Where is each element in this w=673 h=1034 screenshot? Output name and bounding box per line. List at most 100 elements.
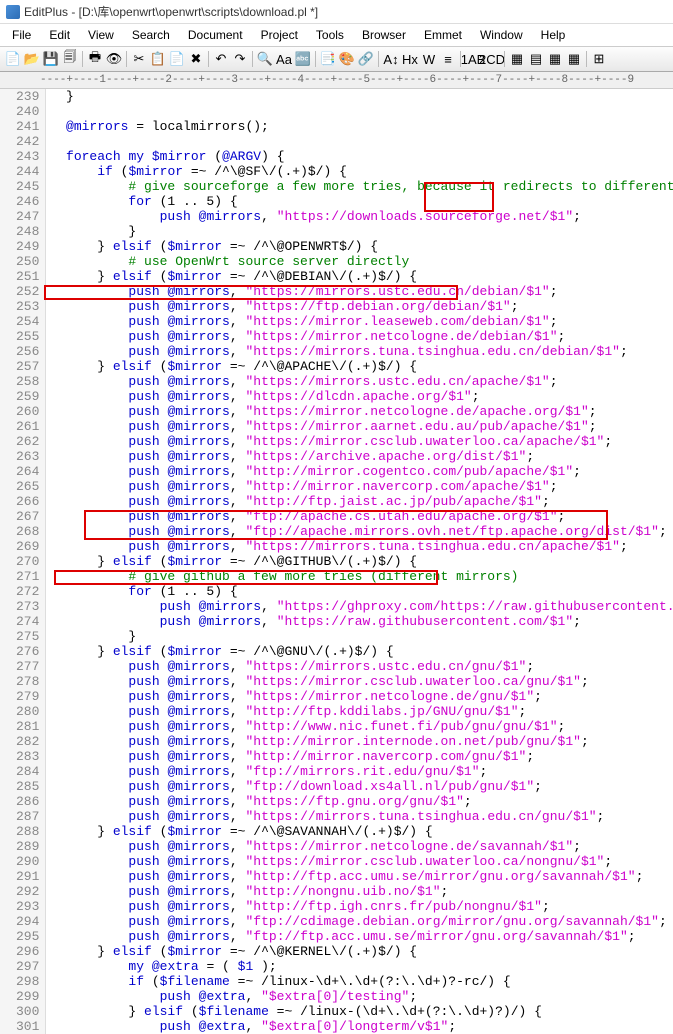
code-line[interactable]: } elsif ($mirror =~ /^\@GNU\/(.+)$/) { [50, 644, 673, 659]
code-area[interactable]: } @mirrors = localmirrors(); foreach my … [46, 89, 673, 1034]
code-line[interactable]: push @mirrors, "ftp://cdimage.debian.org… [50, 914, 673, 929]
code-line[interactable] [50, 134, 673, 149]
editor[interactable]: 239240241242-243-244245-246247248-249250… [0, 89, 673, 1034]
code-line[interactable]: push @mirrors, "http://mirror.navercorp.… [50, 479, 673, 494]
code-line[interactable]: push @mirrors, "http://nongnu.uib.no/$1"… [50, 884, 673, 899]
toolbar-button[interactable]: W [420, 50, 438, 68]
code-line[interactable]: push @mirrors, "http://ftp.igh.cnrs.fr/p… [50, 899, 673, 914]
code-line[interactable]: my @extra = ( $1 ); [50, 959, 673, 974]
code-line[interactable]: push @mirrors, "https://mirrors.ustc.edu… [50, 284, 673, 299]
toolbar-button[interactable]: ▦ [565, 50, 583, 68]
code-line[interactable]: push @mirrors, "ftp://download.xs4all.nl… [50, 779, 673, 794]
code-line[interactable]: } elsif ($mirror =~ /^\@OPENWRT$/) { [50, 239, 673, 254]
toolbar-button[interactable]: 📂 [23, 50, 41, 68]
code-line[interactable]: } [50, 629, 673, 644]
code-line[interactable]: push @mirrors, "http://www.nic.funet.fi/… [50, 719, 673, 734]
toolbar-button[interactable]: ⊞ [590, 50, 608, 68]
toolbar-button[interactable]: ✂ [130, 50, 148, 68]
toolbar-button[interactable]: 🎨 [338, 50, 356, 68]
code-line[interactable]: push @mirrors, "ftp://mirrors.rit.edu/gn… [50, 764, 673, 779]
code-line[interactable]: push @mirrors, "https://mirrors.tuna.tsi… [50, 539, 673, 554]
toolbar-button[interactable]: ▤ [527, 50, 545, 68]
code-line[interactable]: push @mirrors, "http://mirror.cogentco.c… [50, 464, 673, 479]
code-line[interactable]: @mirrors = localmirrors(); [50, 119, 673, 134]
menu-edit[interactable]: Edit [41, 26, 78, 44]
toolbar-button[interactable]: 📄 [168, 50, 186, 68]
toolbar-button[interactable]: ✖ [187, 50, 205, 68]
code-line[interactable]: push @mirrors, "https://mirrors.tuna.tsi… [50, 809, 673, 824]
toolbar-button[interactable]: ▦ [508, 50, 526, 68]
code-line[interactable]: } elsif ($filename =~ /linux-(\d+\.\d+(?… [50, 1004, 673, 1019]
toolbar-button[interactable]: 2CD [483, 50, 501, 68]
code-line[interactable]: for (1 .. 5) { [50, 194, 673, 209]
menu-emmet[interactable]: Emmet [416, 26, 470, 44]
code-line[interactable]: push @mirrors, "http://ftp.kddilabs.jp/G… [50, 704, 673, 719]
code-line[interactable]: push @mirrors, "https://mirror.aarnet.ed… [50, 419, 673, 434]
toolbar-button[interactable]: 🔍 [256, 50, 274, 68]
toolbar-button[interactable]: 📋 [149, 50, 167, 68]
code-line[interactable]: # give sourceforge a few more tries, bec… [50, 179, 673, 194]
code-line[interactable]: push @mirrors, "https://ghproxy.com/http… [50, 599, 673, 614]
code-line[interactable]: push @mirrors, "https://mirror.csclub.uw… [50, 434, 673, 449]
code-line[interactable]: } elsif ($mirror =~ /^\@GITHUB\/(.+)$/) … [50, 554, 673, 569]
code-line[interactable]: push @mirrors, "https://mirror.netcologn… [50, 329, 673, 344]
toolbar-button[interactable]: 🔗 [357, 50, 375, 68]
code-line[interactable]: if ($filename =~ /linux-\d+\.\d+(?:\.\d+… [50, 974, 673, 989]
toolbar-button[interactable]: 👁 [105, 50, 123, 68]
toolbar-button[interactable]: Aa [275, 50, 293, 68]
code-line[interactable]: push @mirrors, "https://mirror.netcologn… [50, 404, 673, 419]
menu-tools[interactable]: Tools [308, 26, 352, 44]
code-line[interactable]: push @mirrors, "ftp://ftp.acc.umu.se/mir… [50, 929, 673, 944]
code-line[interactable]: } [50, 89, 673, 104]
code-line[interactable]: push @mirrors, "https://mirror.csclub.uw… [50, 854, 673, 869]
code-line[interactable]: } elsif ($mirror =~ /^\@DEBIAN\/(.+)$/) … [50, 269, 673, 284]
code-line[interactable]: # use OpenWrt source server directly [50, 254, 673, 269]
code-line[interactable]: push @mirrors, "https://raw.githubuserco… [50, 614, 673, 629]
code-line[interactable]: } [50, 224, 673, 239]
code-line[interactable]: push @mirrors, "https://dlcdn.apache.org… [50, 389, 673, 404]
code-line[interactable]: push @mirrors, "https://mirror.netcologn… [50, 839, 673, 854]
code-line[interactable]: push @mirrors, "https://mirror.csclub.uw… [50, 674, 673, 689]
code-line[interactable]: push @extra, "$extra[0]/testing"; [50, 989, 673, 1004]
toolbar-button[interactable]: ↶ [212, 50, 230, 68]
code-line[interactable]: push @extra, "$extra[0]/longterm/v$1"; [50, 1019, 673, 1034]
toolbar-button[interactable]: 💾 [42, 50, 60, 68]
code-line[interactable]: push @mirrors, "http://mirror.navercorp.… [50, 749, 673, 764]
menu-search[interactable]: Search [124, 26, 178, 44]
code-line[interactable]: } elsif ($mirror =~ /^\@KERNEL\/(.+)$/) … [50, 944, 673, 959]
toolbar-button[interactable]: ↷ [231, 50, 249, 68]
menu-browser[interactable]: Browser [354, 26, 414, 44]
code-line[interactable]: push @mirrors, "http://ftp.jaist.ac.jp/p… [50, 494, 673, 509]
menu-window[interactable]: Window [472, 26, 531, 44]
toolbar-button[interactable]: ≡ [439, 50, 457, 68]
toolbar-button[interactable]: ▦ [546, 50, 564, 68]
code-line[interactable]: push @mirrors, "https://mirror.netcologn… [50, 689, 673, 704]
menu-help[interactable]: Help [533, 26, 574, 44]
toolbar-button[interactable]: 🔤 [294, 50, 312, 68]
menu-file[interactable]: File [4, 26, 39, 44]
code-line[interactable]: for (1 .. 5) { [50, 584, 673, 599]
toolbar-button[interactable]: 🗐 [61, 50, 79, 68]
code-line[interactable]: push @mirrors, "http://ftp.acc.umu.se/mi… [50, 869, 673, 884]
code-line[interactable]: push @mirrors, "https://downloads.source… [50, 209, 673, 224]
code-line[interactable]: push @mirrors, "https://ftp.debian.org/d… [50, 299, 673, 314]
toolbar-button[interactable]: Hx [401, 50, 419, 68]
code-line[interactable]: if ($mirror =~ /^\@SF\/(.+)$/) { [50, 164, 673, 179]
menu-view[interactable]: View [80, 26, 122, 44]
code-line[interactable]: push @mirrors, "https://archive.apache.o… [50, 449, 673, 464]
code-line[interactable]: } elsif ($mirror =~ /^\@APACHE\/(.+)$/) … [50, 359, 673, 374]
menu-project[interactable]: Project [253, 26, 306, 44]
toolbar-button[interactable]: 📑 [319, 50, 337, 68]
code-line[interactable]: foreach my $mirror (@ARGV) { [50, 149, 673, 164]
code-line[interactable]: push @mirrors, "https://mirrors.ustc.edu… [50, 374, 673, 389]
toolbar-button[interactable]: 🖶 [86, 50, 104, 68]
menu-document[interactable]: Document [180, 26, 251, 44]
code-line[interactable]: push @mirrors, "https://ftp.gnu.org/gnu/… [50, 794, 673, 809]
code-line[interactable]: push @mirrors, "ftp://apache.cs.utah.edu… [50, 509, 673, 524]
code-line[interactable]: push @mirrors, "ftp://apache.mirrors.ovh… [50, 524, 673, 539]
code-line[interactable] [50, 104, 673, 119]
code-line[interactable]: push @mirrors, "https://mirror.leaseweb.… [50, 314, 673, 329]
code-line[interactable]: } elsif ($mirror =~ /^\@SAVANNAH\/(.+)$/… [50, 824, 673, 839]
code-line[interactable]: # give github a few more tries (differen… [50, 569, 673, 584]
toolbar-button[interactable]: A↕ [382, 50, 400, 68]
